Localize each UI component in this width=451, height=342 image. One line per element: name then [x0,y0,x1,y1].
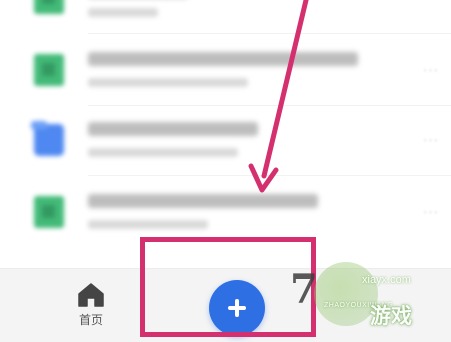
spreadsheet-file-icon [34,54,64,86]
file-title-blurred [88,194,318,208]
file-list-item[interactable]: ··· [0,110,451,176]
tab-home[interactable]: 首页 [62,281,120,337]
spreadsheet-file-icon [34,196,64,228]
more-options-icon[interactable]: ··· [423,132,439,147]
row-divider [88,33,451,34]
spreadsheet-file-icon [34,0,64,14]
file-list-item[interactable]: ··· [0,40,451,106]
file-meta-blurred [88,148,238,157]
more-options-icon[interactable]: ··· [423,62,439,77]
file-list-item[interactable] [0,0,451,34]
file-title-blurred [88,122,258,136]
home-icon [78,283,104,307]
row-divider [88,175,451,176]
file-list: ··· ··· ··· [0,0,451,268]
app-screen: ··· ··· ··· 首页 7 xiayx.com ZHAOYOUXIWANG… [0,0,451,342]
more-options-icon[interactable]: ··· [423,204,439,219]
watermark-circle [314,262,378,326]
watermark-url: xiayx.com [362,274,411,286]
folder-icon [31,121,64,156]
file-meta-blurred [88,220,208,229]
row-divider [88,105,451,106]
watermark-logo: 7 xiayx.com ZHAOYOUXIWANG 游戏 [288,260,451,342]
file-meta-blurred [88,8,158,17]
tab-home-label: 首页 [78,313,103,327]
file-meta-blurred [88,78,248,87]
watermark-digit: 7 [290,266,318,313]
file-title-blurred [88,52,358,66]
watermark-brand: 游戏 [370,305,412,328]
